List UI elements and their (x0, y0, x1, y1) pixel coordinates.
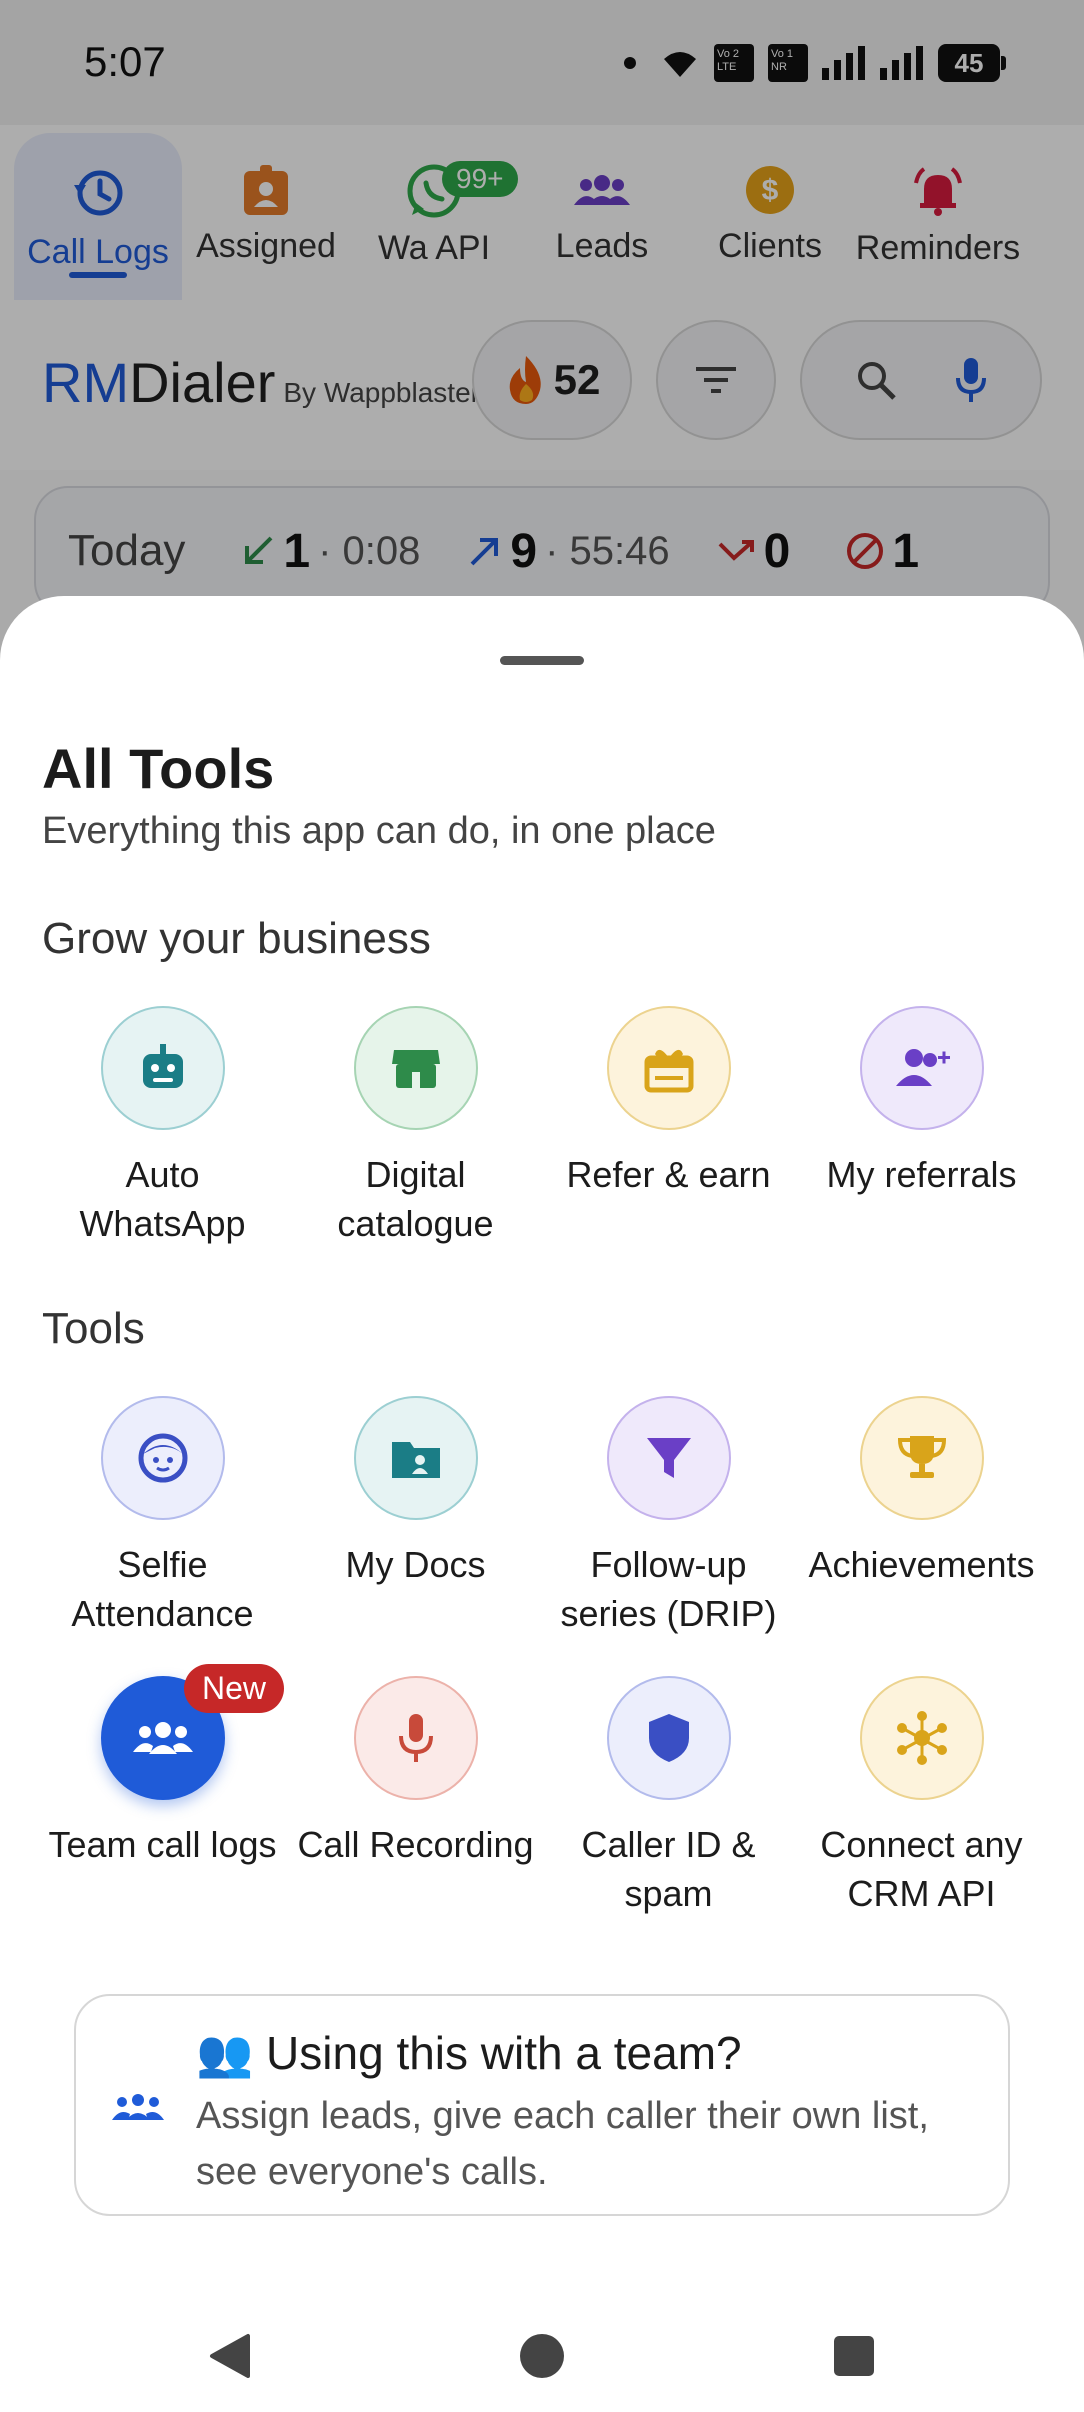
all-tools-sheet: All Tools Everything this app can do, in… (0, 596, 1084, 2412)
tool-label: Selfie Attendance (71, 1544, 254, 1634)
shield-icon (648, 1714, 689, 1762)
grow-tools-grid: Auto WhatsApp Digital catalogue Refer & … (0, 1006, 1084, 1248)
tool-label: Digital catalogue (337, 1154, 494, 1244)
robot-icon (142, 1044, 183, 1088)
tool-refer-earn[interactable]: Refer & earn (542, 1006, 795, 1248)
mic-icon (398, 1714, 433, 1762)
tool-follow-up-series[interactable]: Follow-up series (DRIP) (542, 1396, 795, 1638)
card-body: Assign leads, give each caller their own… (196, 2095, 929, 2193)
tool-my-docs[interactable]: My Docs (289, 1396, 542, 1638)
store-icon (391, 1050, 440, 1088)
tool-connect-crm-api[interactable]: Connect any CRM API (795, 1676, 1048, 1918)
recents-icon[interactable] (832, 2334, 876, 2378)
tool-label: Caller ID & spam (581, 1824, 756, 1914)
tool-label: My referrals (826, 1154, 1017, 1195)
tool-label: Call Recording (297, 1824, 534, 1865)
tool-icon-circle (606, 1006, 731, 1130)
tool-caller-id-spam[interactable]: Caller ID & spam (542, 1676, 795, 1918)
tool-label: Team call logs (48, 1824, 277, 1865)
tool-icon-circle (100, 1396, 225, 1520)
tool-icon-circle (859, 1676, 984, 1800)
face-icon (138, 1433, 187, 1483)
tools-grid-row-2: New Team call logs Call Recording Caller… (0, 1664, 1084, 1918)
tool-call-recording[interactable]: Call Recording (289, 1676, 542, 1918)
tool-selfie-attendance[interactable]: Selfie Attendance (36, 1396, 289, 1638)
tool-achievements[interactable]: Achievements (795, 1396, 1048, 1638)
section-grow-your-business: Grow your business (42, 914, 431, 963)
tool-icon-circle (859, 1396, 984, 1520)
tool-label: Refer & earn (566, 1154, 771, 1195)
group-icon (112, 2094, 164, 2120)
drag-handle[interactable] (500, 656, 584, 665)
trophy-icon (897, 1436, 946, 1478)
tool-label: Follow-up series (DRIP) (560, 1544, 777, 1634)
system-nav-bar (0, 2300, 1084, 2412)
tool-icon-circle (100, 1006, 225, 1130)
home-icon[interactable] (518, 2332, 566, 2380)
tool-label: My Docs (345, 1544, 486, 1585)
group-icon (132, 1722, 193, 1754)
tool-icon-circle (606, 1676, 731, 1800)
person-add-icon (895, 1049, 950, 1086)
gift-icon (644, 1049, 693, 1093)
tool-icon-circle (353, 1676, 478, 1800)
sheet-subtitle: Everything this app can do, in one place (42, 810, 716, 852)
tools-grid-row-1: Selfie Attendance My Docs Follow-up seri… (0, 1396, 1084, 1638)
team-promo-card[interactable]: 👥 Using this with a team? Assign leads, … (74, 1994, 1010, 2216)
tool-icon-circle (859, 1006, 984, 1130)
card-title: 👥 Using this with a team? (196, 2027, 742, 2079)
sheet-title: All Tools (42, 737, 275, 800)
tool-label: Achievements (808, 1544, 1035, 1585)
tool-icon-circle (353, 1396, 478, 1520)
tool-digital-catalogue[interactable]: Digital catalogue (289, 1006, 542, 1248)
back-icon[interactable] (208, 2332, 252, 2380)
funnel-icon (646, 1438, 691, 1478)
tool-label: Connect any CRM API (820, 1824, 1023, 1914)
tool-team-call-logs[interactable]: New Team call logs (36, 1664, 289, 1918)
tool-my-referrals[interactable]: My referrals (795, 1006, 1048, 1248)
new-badge: New (184, 1664, 285, 1713)
hub-icon (896, 1711, 947, 1765)
tool-label: Auto WhatsApp (79, 1154, 246, 1244)
tool-auto-whatsapp[interactable]: Auto WhatsApp (36, 1006, 289, 1248)
tool-icon-circle (353, 1006, 478, 1130)
section-tools: Tools (42, 1304, 145, 1353)
folder-icon (391, 1442, 440, 1478)
tool-icon-circle (606, 1396, 731, 1520)
